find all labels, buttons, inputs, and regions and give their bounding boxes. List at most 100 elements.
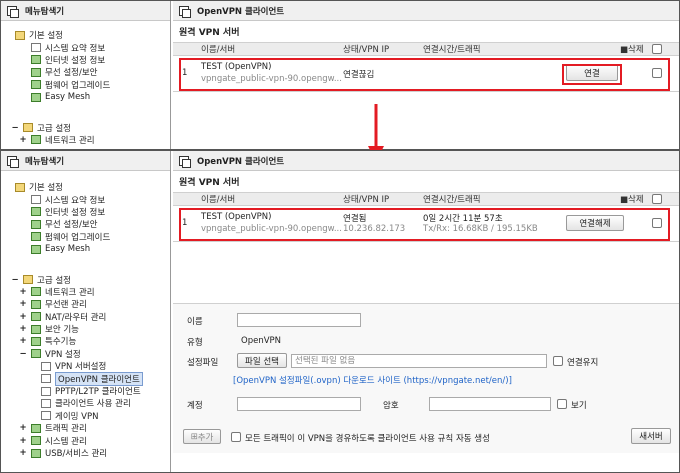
expand-icon[interactable]: +: [19, 135, 27, 145]
expand-icon[interactable]: +: [19, 312, 27, 322]
select-all-checkbox[interactable]: [652, 44, 662, 54]
tree-item-internet[interactable]: 인터넷 설정 정보: [11, 54, 170, 66]
folder-icon: [15, 30, 25, 40]
col-delete: ■삭제: [620, 195, 644, 205]
tree-item-wireless[interactable]: 무선 설정/보안: [11, 66, 170, 78]
show-password-checkbox[interactable]: [557, 399, 567, 409]
expand-icon[interactable]: +: [19, 336, 27, 346]
tree-item-network[interactable]: + 네트워크 관리: [11, 286, 170, 298]
account-label: 계정: [187, 401, 203, 411]
system-icon: [31, 436, 41, 446]
tree-item-firmware[interactable]: 펌웨어 업그레이드: [11, 231, 170, 243]
file-path-input[interactable]: 선택된 파일 없음: [291, 354, 547, 368]
tree-item-vpn[interactable]: − VPN 설정: [11, 348, 170, 360]
tree-item-client-usage[interactable]: 클라이언트 사용 관리: [11, 397, 170, 409]
tree-basic[interactable]: 기본 설정: [11, 181, 170, 193]
sidebar-bottom: 메뉴탐색기 기본 설정 시스템 요약 정보 인터넷 설정 정보 무선 설정/보안…: [1, 151, 171, 472]
main-bottom: OpenVPN 클라이언트 원격 VPN 서버 이름/서버 상태/VPN IP …: [173, 151, 679, 472]
col-status: 상태/VPN IP: [343, 45, 390, 55]
col-time: 연결시간/트래픽: [423, 45, 481, 55]
file-select-button[interactable]: 파일 선택: [237, 353, 287, 368]
account-input[interactable]: [237, 397, 361, 411]
shield-icon: [31, 324, 41, 334]
password-label: 암호: [383, 401, 399, 411]
select-all-checkbox[interactable]: [652, 194, 662, 204]
tree-item-summary[interactable]: 시스템 요약 정보: [11, 193, 170, 206]
auto-rule-label: 모든 트래픽이 이 VPN을 경유하도록 클라이언트 사용 규칙 자동 생성: [245, 434, 490, 444]
table-header: 이름/서버 상태/VPN IP 연결시간/트래픽 ■삭제: [173, 192, 679, 206]
tree-item-system[interactable]: + 시스템 관리: [11, 434, 170, 447]
sidebar-title: 메뉴탐색기: [25, 6, 65, 17]
table-header: 이름/서버 상태/VPN IP 연결시간/트래픽 ■삭제: [173, 42, 679, 56]
download-link[interactable]: [OpenVPN 설정파일(.ovpn) 다운로드 사이트 (https://v…: [233, 374, 512, 386]
tree-advanced[interactable]: − 고급 설정: [11, 121, 170, 134]
expand-icon[interactable]: +: [19, 436, 27, 446]
usb-icon: [31, 448, 41, 458]
network-icon: [31, 287, 41, 297]
menu-tree: 기본 설정 시스템 요약 정보 인터넷 설정 정보 무선 설정/보안 펌웨어 업…: [1, 171, 170, 459]
collapse-icon[interactable]: −: [19, 349, 27, 359]
mesh-icon: [31, 92, 41, 102]
col-status: 상태/VPN IP: [343, 195, 390, 205]
tree-item-network[interactable]: + 네트워크 관리: [11, 134, 170, 146]
tree-item-easymesh[interactable]: Easy Mesh: [11, 91, 170, 103]
config-label: 설정파일: [187, 358, 219, 368]
tree-item-security[interactable]: + 보안 기능: [11, 323, 170, 335]
wireless-icon: [31, 219, 41, 229]
wifi-icon: [31, 299, 41, 309]
collapse-icon[interactable]: −: [11, 123, 19, 133]
tree-item-easymesh[interactable]: Easy Mesh: [11, 243, 170, 255]
expand-icon[interactable]: +: [19, 448, 27, 458]
keep-alive-checkbox[interactable]: [553, 356, 563, 366]
router-icon: [31, 312, 41, 322]
tree-basic[interactable]: 기본 설정: [11, 29, 170, 41]
mesh-icon: [31, 244, 41, 254]
panel-title: OpenVPN 클라이언트: [197, 6, 285, 17]
tree-item-wlan[interactable]: + 무선랜 관리: [11, 298, 170, 310]
row-highlight: [179, 208, 670, 241]
tree-item-summary[interactable]: 시스템 요약 정보: [11, 41, 170, 54]
tree-item-traffic[interactable]: + 트래픽 관리: [11, 422, 170, 434]
tree-item-usb[interactable]: + USB/서비스 관리: [11, 447, 170, 459]
auto-rule-checkbox[interactable]: [231, 432, 241, 442]
internet-icon: [31, 55, 41, 65]
network-icon: [31, 135, 41, 145]
name-label: 이름: [187, 317, 203, 327]
tree-item-nat[interactable]: + NAT/라우터 관리: [11, 311, 170, 323]
panel-header: OpenVPN 클라이언트: [173, 1, 679, 21]
window-icon: [179, 5, 191, 18]
menu-tree: 기본 설정 시스템 요약 정보 인터넷 설정 정보 무선 설정/보안 펌웨어 업…: [1, 21, 170, 146]
tree-item-gaming-vpn[interactable]: 게이밍 VPN: [11, 410, 170, 422]
tree-item-vpn-server[interactable]: VPN 서버설정: [11, 360, 170, 372]
expand-icon[interactable]: +: [19, 324, 27, 334]
expand-icon[interactable]: +: [19, 299, 27, 309]
tree-item-special[interactable]: + 특수기능: [11, 335, 170, 347]
firmware-icon: [31, 232, 41, 242]
page-icon: [41, 361, 51, 371]
password-input[interactable]: [429, 397, 551, 411]
tree-item-internet[interactable]: 인터넷 설정 정보: [11, 206, 170, 218]
tree-item-firmware[interactable]: 펌웨어 업그레이드: [11, 79, 170, 91]
window-icon: [179, 155, 191, 168]
sidebar-top: 메뉴탐색기 기본 설정 시스템 요약 정보 인터넷 설정 정보 무선 설정/보안…: [1, 1, 171, 149]
name-input[interactable]: [237, 313, 361, 327]
page-icon: [41, 398, 51, 408]
expand-icon[interactable]: +: [19, 287, 27, 297]
tree-item-wireless[interactable]: 무선 설정/보안: [11, 218, 170, 230]
tree-advanced[interactable]: − 고급 설정: [11, 273, 170, 286]
col-delete: ■삭제: [620, 45, 644, 55]
special-icon: [31, 336, 41, 346]
sidebar-title: 메뉴탐색기: [25, 156, 65, 167]
button-highlight: [562, 64, 622, 85]
expand-icon[interactable]: +: [19, 423, 27, 433]
folder-icon: [15, 182, 25, 192]
new-server-button[interactable]: 새서버: [631, 428, 671, 444]
section-title: 원격 VPN 서버: [179, 28, 240, 38]
tree-item-pptp[interactable]: PPTP/L2TP 클라이언트: [11, 385, 170, 397]
collapse-icon[interactable]: −: [11, 275, 19, 285]
tree-item-openvpn-client[interactable]: OpenVPN 클라이언트: [11, 371, 170, 386]
panel-title: OpenVPN 클라이언트: [197, 156, 285, 167]
page-icon: [31, 43, 41, 53]
explorer-icon: [7, 155, 19, 168]
add-button[interactable]: ⊞ 추가: [183, 429, 221, 444]
